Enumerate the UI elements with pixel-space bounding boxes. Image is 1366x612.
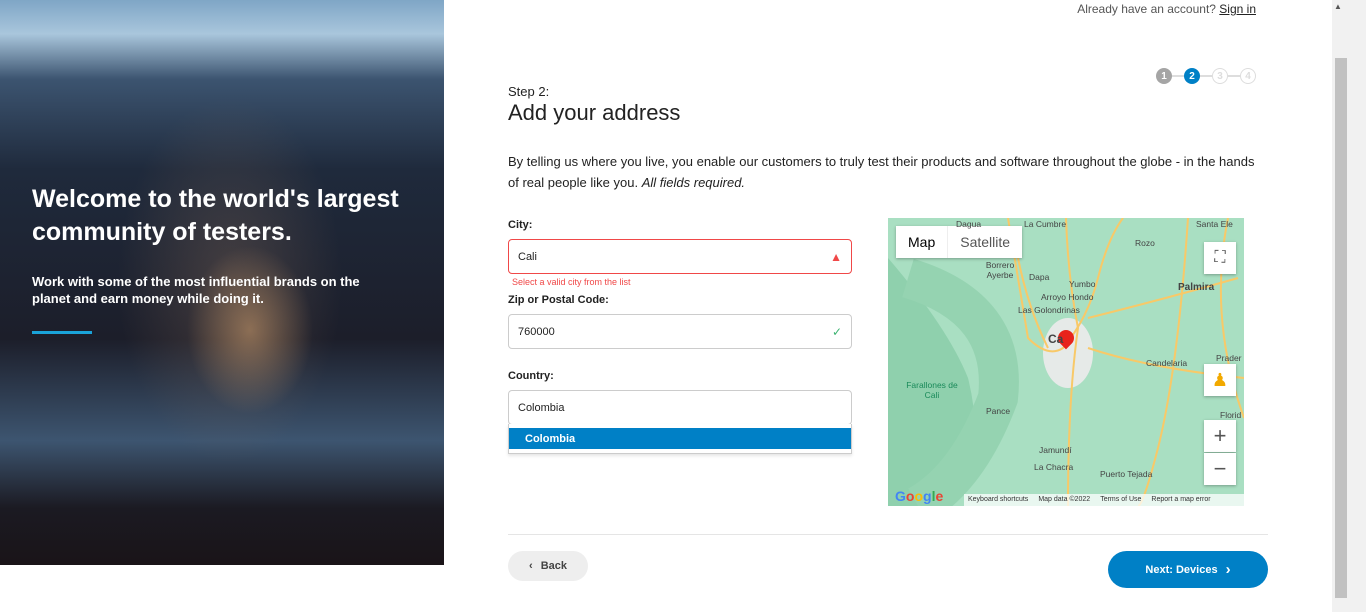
chevron-left-icon: ‹ [529, 560, 533, 572]
map-data-text: Map data ©2022 [1038, 496, 1091, 503]
map-label: Candelaria [1146, 358, 1188, 368]
page-title: Add your address [508, 100, 681, 125]
report-error-link[interactable]: Report a map error [1151, 496, 1210, 504]
zip-label: Zip or Postal Code: [508, 294, 609, 306]
keyboard-shortcuts-link[interactable]: Keyboard shortcuts [968, 496, 1028, 504]
map-label: Yumbo [1069, 279, 1096, 289]
map-footer: Keyboard shortcuts Map data ©2022 Terms … [964, 494, 1244, 506]
map-label: Las Golondrinas [1018, 305, 1080, 315]
scroll-up-icon[interactable]: ▲ [1334, 2, 1342, 11]
step-label: Step 2: [508, 84, 550, 99]
zip-value: 760000 [518, 325, 555, 338]
step-4: 4 [1240, 68, 1256, 84]
map-label: Rozo [1135, 238, 1155, 248]
map-label: Palmira [1178, 282, 1215, 293]
step-indicator: 1 2 3 4 [1156, 68, 1256, 84]
country-input[interactable]: Colombia [508, 390, 852, 425]
terms-link[interactable]: Terms of Use [1100, 496, 1141, 504]
zoom-out-button[interactable]: − [1204, 453, 1236, 485]
country-option[interactable]: Colombia [509, 428, 851, 449]
map-label: Santa Ele [1196, 219, 1233, 229]
hero-title: Welcome to the world's largest community… [32, 185, 399, 246]
map-label: Pance [986, 406, 1011, 416]
scrollbar-thumb[interactable] [1335, 58, 1347, 598]
scrollbar[interactable]: ▲ [1332, 0, 1366, 612]
map-label: Prader [1216, 353, 1242, 363]
step-1: 1 [1156, 68, 1172, 84]
map-tab[interactable]: Map [896, 226, 949, 258]
fullscreen-icon[interactable]: ⛶ [1204, 242, 1236, 274]
description-text: By telling us where you live, you enable… [508, 154, 1255, 190]
step-connector [1200, 75, 1212, 77]
account-prompt: Already have an account? [1077, 2, 1216, 16]
map-label: Puerto Tejada [1100, 469, 1153, 479]
hero-subtitle: Work with some of the most influential b… [32, 274, 360, 306]
divider [508, 534, 1268, 535]
check-icon: ✓ [831, 324, 842, 339]
signin-prompt: Already have an account? Sign in [1077, 2, 1256, 16]
map-label: Dagua [956, 219, 982, 229]
country-value: Colombia [518, 401, 565, 414]
signin-link[interactable]: Sign in [1219, 2, 1256, 16]
map-label: Dapa [1029, 272, 1050, 282]
map-label: Farallones de Cali [906, 380, 958, 400]
map-label: Arroyo Hondo [1041, 292, 1094, 302]
next-button[interactable]: Next: Devices › [1108, 551, 1268, 588]
description: By telling us where you live, you enable… [508, 151, 1258, 193]
warning-icon: ▲ [830, 249, 842, 264]
zoom-in-button[interactable]: + [1204, 420, 1236, 452]
city-error: Select a valid city from the list [512, 277, 631, 287]
map[interactable]: Map Satellite ⛶ ♟ + − Dagua La Cumbre San… [888, 218, 1244, 506]
pegman-icon[interactable]: ♟ [1204, 364, 1236, 396]
next-label: Next: Devices [1145, 563, 1218, 576]
city-input[interactable]: Cali ▲ [508, 239, 852, 274]
country-label: Country: [508, 370, 554, 382]
description-note: All fields required. [641, 175, 746, 190]
step-2: 2 [1184, 68, 1200, 84]
chevron-right-icon: › [1225, 561, 1231, 578]
country-dropdown: Colombia [508, 424, 852, 454]
map-type-control: Map Satellite [896, 226, 1023, 258]
city-value: Cali [518, 250, 537, 263]
map-label: La Cumbre [1024, 219, 1067, 229]
map-label: La Chacra [1034, 462, 1074, 472]
accent-bar [32, 331, 92, 334]
city-label: City: [508, 219, 533, 231]
step-3: 3 [1212, 68, 1228, 84]
satellite-tab[interactable]: Satellite [948, 226, 1022, 258]
google-logo: Google [895, 488, 944, 504]
zip-input[interactable]: 760000 ✓ [508, 314, 852, 349]
map-label: Borrero Ayerbe [985, 260, 1015, 280]
map-label: Ca [1048, 332, 1064, 346]
map-label: Florid [1220, 410, 1242, 420]
map-label: Jamundí [1039, 445, 1072, 455]
step-connector [1228, 75, 1240, 77]
back-label: Back [540, 560, 567, 572]
back-button[interactable]: ‹ Back [508, 551, 588, 581]
step-connector [1172, 75, 1184, 77]
hero-panel: Welcome to the world's largest community… [0, 0, 444, 565]
